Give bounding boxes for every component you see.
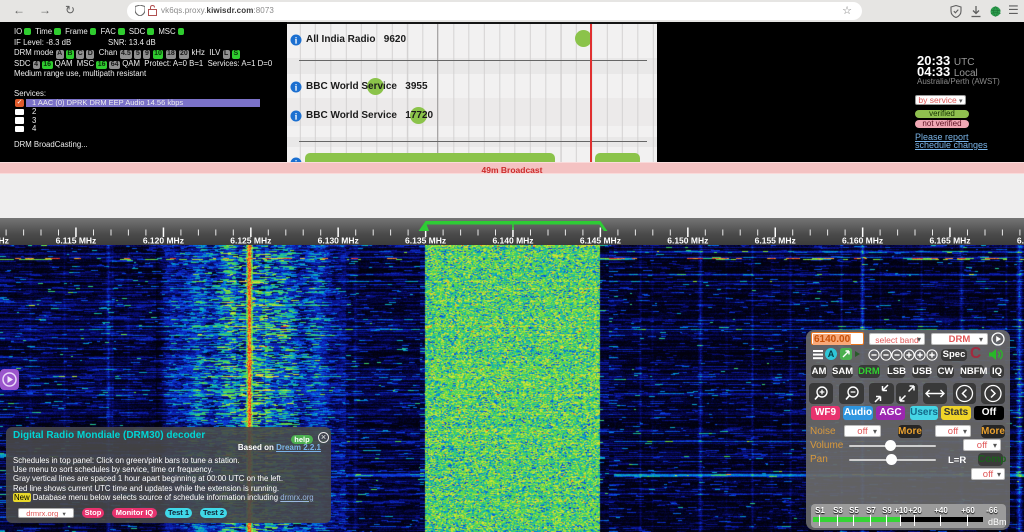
svg-text:6.140 MHz: 6.140 MHz [492,236,533,246]
svg-text:6.170 MHz: 6.170 MHz [1017,236,1024,246]
svg-text:6.115 MHz: 6.115 MHz [56,236,97,246]
svg-text:6.125 MHz: 6.125 MHz [230,236,271,246]
svg-text:6.110 MHz: 6.110 MHz [0,236,9,246]
svg-text:6.155 MHz: 6.155 MHz [755,236,796,246]
svg-text:6.120 MHz: 6.120 MHz [143,236,184,246]
svg-text:6.150 MHz: 6.150 MHz [667,236,708,246]
svg-text:6.135 MHz: 6.135 MHz [405,236,446,246]
svg-text:6.145 MHz: 6.145 MHz [580,236,621,246]
svg-text:6.160 MHz: 6.160 MHz [842,236,883,246]
svg-text:6.165 MHz: 6.165 MHz [929,236,970,246]
svg-text:6.130 MHz: 6.130 MHz [318,236,359,246]
